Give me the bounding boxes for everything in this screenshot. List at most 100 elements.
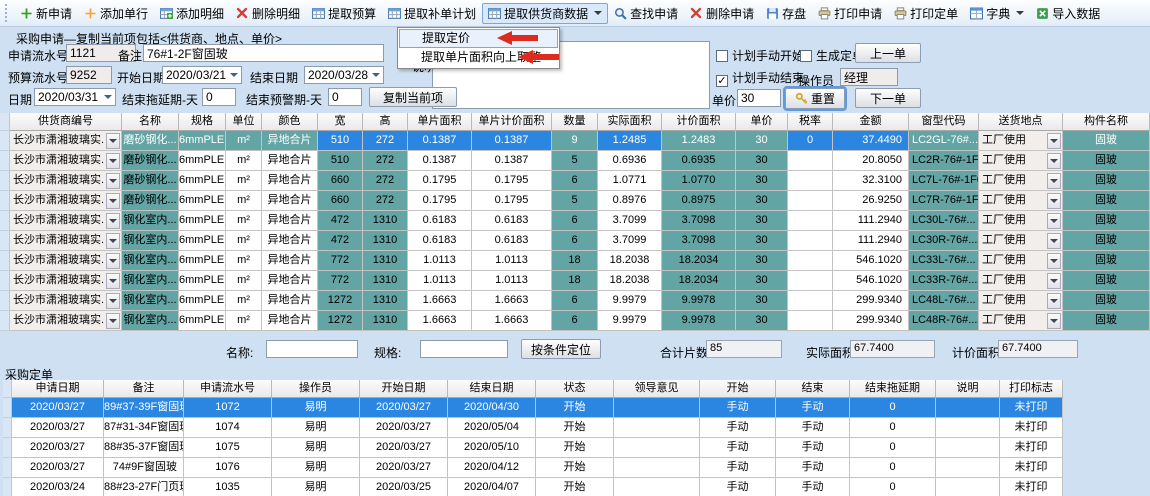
add-detail-button[interactable]: 添加明细: [154, 3, 230, 24]
cell-end-delay[interactable]: 0: [850, 398, 936, 418]
cell-start-mode[interactable]: 手动: [700, 478, 776, 496]
cell-request-serial[interactable]: 1075: [184, 438, 272, 458]
cell-status[interactable]: 开始: [536, 458, 614, 478]
table-row[interactable]: 2020/03/2788#35-37F窗固玻1075易明2020/03/2720…: [3, 438, 1063, 458]
cell-end-delay[interactable]: 0: [850, 418, 936, 438]
cell-window-code[interactable]: LC7L-76#-1F0: [909, 171, 979, 191]
cell-remark[interactable]: 87#31-34F窗固玻: [104, 418, 184, 438]
cell-priced-area[interactable]: 9.9978: [662, 311, 736, 331]
cell-tax-rate[interactable]: [788, 231, 833, 251]
cell-operator[interactable]: 易明: [272, 438, 360, 458]
cell-actual-area[interactable]: 9.9979: [598, 291, 662, 311]
print-application-button[interactable]: 打印申请: [812, 3, 888, 24]
cell-width[interactable]: 660: [318, 191, 363, 211]
cell-piece-area[interactable]: 0.1387: [408, 151, 472, 171]
column-header-delivery-place[interactable]: 送货地点: [979, 113, 1063, 131]
cell-name[interactable]: 钢化室内...: [122, 211, 179, 231]
column-header-start-mode[interactable]: 开始: [700, 380, 776, 398]
cell-actual-area[interactable]: 0.8976: [598, 191, 662, 211]
cell-width[interactable]: 772: [318, 271, 363, 291]
cell-spec[interactable]: 6mmPLE...: [179, 251, 226, 271]
cell-start-date[interactable]: 2020/03/27: [360, 438, 448, 458]
dropdown-button[interactable]: [106, 233, 120, 249]
cell-color[interactable]: 异地合片: [262, 211, 318, 231]
cell-request-serial[interactable]: 1072: [184, 398, 272, 418]
cell-unit[interactable]: m²: [226, 311, 262, 331]
table-row[interactable]: 长沙市潇湘玻璃实...磨砂钢化...6mmPLE...m²异地合片5102720…: [0, 131, 1150, 151]
cell-delivery-place[interactable]: 工厂使用: [979, 171, 1063, 191]
cell-height[interactable]: 1310: [363, 271, 408, 291]
cell-color[interactable]: 异地合片: [262, 151, 318, 171]
column-header-window-code[interactable]: 窗型代码: [909, 113, 979, 131]
cell-note[interactable]: [936, 478, 1000, 496]
cell-quantity[interactable]: 18: [552, 271, 598, 291]
cell-width[interactable]: 772: [318, 251, 363, 271]
row-selector-header[interactable]: [0, 113, 10, 131]
extract-budget-button[interactable]: 提取预算: [306, 3, 382, 24]
chevron-down-icon[interactable]: [372, 73, 380, 77]
delete-application-button[interactable]: 删除申请: [684, 3, 760, 24]
cell-quantity[interactable]: 18: [552, 251, 598, 271]
cell-spec[interactable]: 6mmPLE...: [179, 131, 226, 151]
cell-spec[interactable]: 6mmPLE...: [179, 291, 226, 311]
cell-print-flag[interactable]: 未打印: [1000, 398, 1063, 418]
cell-priced-area[interactable]: 1.2483: [662, 131, 736, 151]
cell-height[interactable]: 1310: [363, 291, 408, 311]
cell-delivery-place[interactable]: 工厂使用: [979, 311, 1063, 331]
cell-amount[interactable]: 299.9340: [833, 291, 909, 311]
cell-tax-rate[interactable]: [788, 211, 833, 231]
dropdown-button[interactable]: [106, 253, 120, 269]
cell-quantity[interactable]: 6: [552, 311, 598, 331]
cell-start-date[interactable]: 2020/03/25: [360, 478, 448, 496]
dropdown-button[interactable]: [106, 173, 120, 189]
cell-height[interactable]: 272: [363, 151, 408, 171]
cell-amount[interactable]: 26.9250: [833, 191, 909, 211]
cell-window-code[interactable]: LC2R-76#-1F: [909, 151, 979, 171]
cell-width[interactable]: 1272: [318, 311, 363, 331]
cell-component-name[interactable]: 固玻: [1063, 291, 1150, 311]
cell-amount[interactable]: 299.9340: [833, 311, 909, 331]
import-data-button[interactable]: 导入数据: [1030, 3, 1106, 24]
cell-tax-rate[interactable]: [788, 251, 833, 271]
table-row[interactable]: 2020/03/2774#9F窗固玻1076易明2020/03/272020/0…: [3, 458, 1063, 478]
row-selector-header[interactable]: [3, 380, 12, 398]
cell-width[interactable]: 472: [318, 211, 363, 231]
cell-width[interactable]: 660: [318, 171, 363, 191]
cell-color[interactable]: 异地合片: [262, 291, 318, 311]
remark-input[interactable]: [143, 44, 384, 62]
dropdown-button[interactable]: [106, 133, 120, 149]
operator-input[interactable]: [840, 68, 898, 86]
cell-piece-priced-area[interactable]: 0.1387: [472, 131, 552, 151]
cell-actual-area[interactable]: 18.2038: [598, 251, 662, 271]
cell-amount[interactable]: 111.2940: [833, 231, 909, 251]
cell-name[interactable]: 磨砂钢化...: [122, 191, 179, 211]
plan-manual-end-checkbox[interactable]: ✓计划手动结束: [716, 69, 804, 87]
cell-remark[interactable]: 88#35-37F窗固玻: [104, 438, 184, 458]
dropdown-button[interactable]: [1047, 173, 1061, 189]
dictionary-button[interactable]: 字典: [964, 3, 1030, 24]
cell-height[interactable]: 1310: [363, 211, 408, 231]
dropdown-button[interactable]: [106, 313, 120, 329]
cell-print-flag[interactable]: 未打印: [1000, 418, 1063, 438]
cell-piece-area[interactable]: 0.1387: [408, 131, 472, 151]
previous-order-button[interactable]: 上一单: [855, 43, 921, 63]
cell-piece-area[interactable]: 1.0113: [408, 271, 472, 291]
cell-amount[interactable]: 111.2940: [833, 211, 909, 231]
cell-actual-area[interactable]: 1.0771: [598, 171, 662, 191]
cell-request-date[interactable]: 2020/03/27: [12, 398, 104, 418]
add-single-row-button[interactable]: 添加单行: [78, 3, 154, 24]
cell-priced-area[interactable]: 9.9978: [662, 291, 736, 311]
cell-request-date[interactable]: 2020/03/27: [12, 438, 104, 458]
cell-unit-price[interactable]: 30: [736, 251, 788, 271]
cell-color[interactable]: 异地合片: [262, 271, 318, 291]
toolbar-grip[interactable]: [5, 4, 10, 22]
copy-current-item-button[interactable]: 复制当前项: [369, 87, 457, 107]
cell-supplier[interactable]: 长沙市潇湘玻璃实...: [10, 251, 122, 271]
cell-unit-price[interactable]: 30: [736, 171, 788, 191]
cell-name[interactable]: 钢化室内...: [122, 231, 179, 251]
cell-color[interactable]: 异地合片: [262, 131, 318, 151]
cell-operator[interactable]: 易明: [272, 458, 360, 478]
column-header-piece-priced-area[interactable]: 单片计价面积: [472, 113, 552, 131]
cell-unit[interactable]: m²: [226, 151, 262, 171]
cell-quantity[interactable]: 9: [552, 131, 598, 151]
